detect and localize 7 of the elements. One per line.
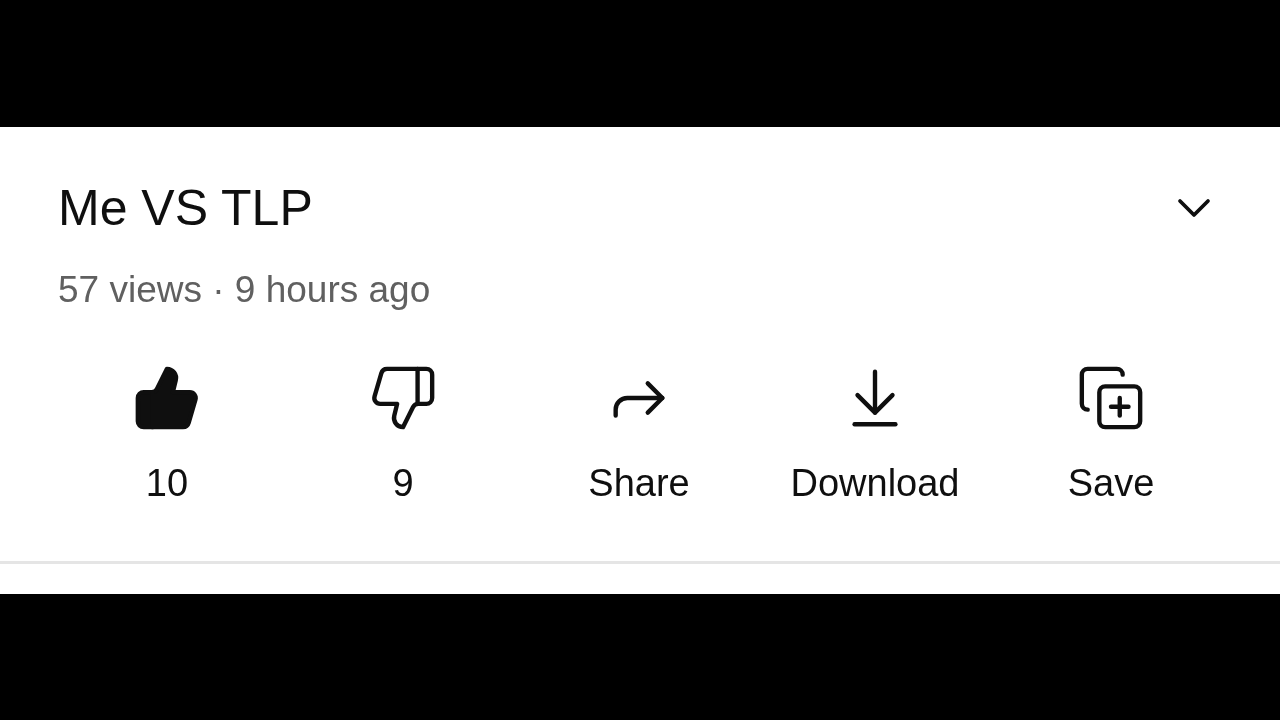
save-button[interactable]: Save	[993, 362, 1229, 505]
dislike-button[interactable]: 9	[285, 362, 521, 505]
share-button[interactable]: Share	[521, 362, 757, 505]
video-title: Me VS TLP	[58, 178, 313, 237]
video-meta: 57 views · 9 hours ago	[57, 267, 432, 312]
download-button[interactable]: Download	[757, 362, 993, 505]
like-button[interactable]: 10	[49, 362, 285, 505]
